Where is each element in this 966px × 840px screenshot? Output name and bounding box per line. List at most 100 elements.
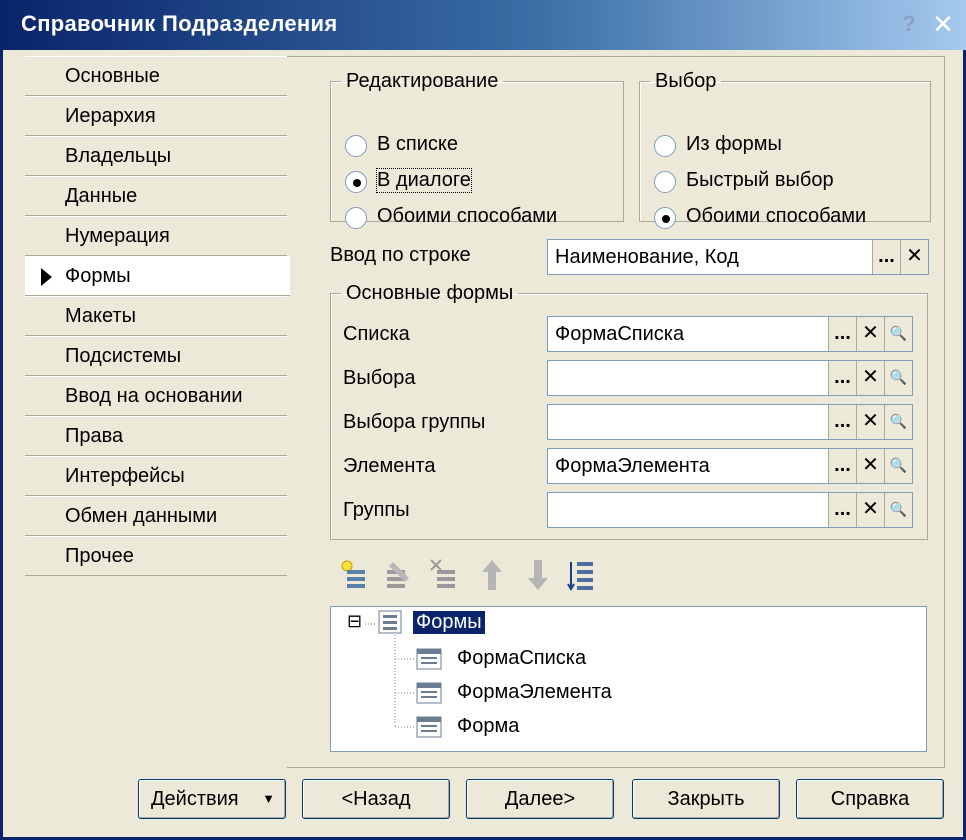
editing-group: Редактирование В списке В диалоге Обоими…	[330, 70, 624, 229]
select-button[interactable]: ...	[872, 240, 900, 274]
select-button[interactable]: ...	[828, 449, 856, 483]
tab-label: Обмен данными	[65, 505, 218, 527]
tab-label: Формы	[65, 265, 131, 287]
radio-circle[interactable]	[654, 171, 676, 193]
sort-list-icon[interactable]	[567, 558, 597, 592]
actions-label: Действия	[151, 788, 239, 810]
tab-list: Основные Иерархия Владельцы Данные Нумер…	[25, 56, 290, 576]
select-button[interactable]: ...	[828, 317, 856, 351]
tab-osnovnye[interactable]: Основные	[25, 56, 287, 96]
list-form-field[interactable]: ФормаСписка ... ✕ 🔍	[547, 316, 913, 352]
magnifier-icon[interactable]: 🔍	[884, 405, 912, 439]
tab-label: Подсистемы	[65, 345, 182, 367]
magnifier-icon[interactable]: 🔍	[884, 361, 912, 395]
tab-makety[interactable]: Макеты	[25, 296, 287, 336]
tab-label: Данные	[65, 185, 138, 207]
tab-label: Интерфейсы	[65, 465, 185, 487]
tab-label: Иерархия	[65, 105, 156, 127]
tab-label: Владельцы	[65, 145, 172, 167]
tab-numeratsiya[interactable]: Нумерация	[25, 216, 287, 256]
choice-group: Выбор Из формы Быстрый выбор Обоими спос…	[639, 70, 931, 229]
radio-circle[interactable]	[345, 135, 367, 157]
chevron-down-icon: ▼	[262, 791, 275, 806]
clear-icon[interactable]: ✕	[856, 317, 884, 351]
form-row-label: Элемента	[343, 455, 436, 477]
radio-label: Из формы	[686, 133, 782, 155]
close-button[interactable]: Закрыть	[632, 779, 780, 819]
field-value: ФормаСписка	[555, 323, 685, 345]
radio-circle[interactable]	[654, 135, 676, 157]
close-window-button[interactable]: ✕	[929, 9, 957, 39]
radio-label: В списке	[377, 133, 458, 155]
editing-legend: Редактирование	[346, 70, 499, 92]
tab-label: Макеты	[65, 305, 136, 327]
tab-vvod-na-osnovanii[interactable]: Ввод на основании	[25, 376, 287, 416]
select-button[interactable]: ...	[828, 361, 856, 395]
field-value: ФормаЭлемента	[555, 455, 710, 477]
radio-label: Обоими способами	[686, 205, 867, 227]
input-by-string-field[interactable]: Наименование, Код ... ✕	[547, 239, 929, 275]
next-button[interactable]: Далее>	[466, 779, 614, 819]
radio-label: Быстрый выбор	[686, 169, 834, 191]
tab-obmen-dannymi[interactable]: Обмен данными	[25, 496, 287, 536]
tree-item[interactable]: Форма	[457, 715, 519, 738]
move-up-icon[interactable]	[477, 558, 507, 592]
tab-podsistemy[interactable]: Подсистемы	[25, 336, 287, 376]
radio-label: Обоими способами	[377, 205, 558, 227]
tab-prava[interactable]: Права	[25, 416, 287, 456]
main-forms-legend: Основные формы	[346, 282, 514, 304]
group-choice-form-field[interactable]: ... ✕ 🔍	[547, 404, 913, 440]
choice-legend: Выбор	[655, 70, 717, 92]
clear-icon[interactable]: ✕	[856, 405, 884, 439]
forms-tree[interactable]: ⊟ Формы ФормаСписка ФормаЭлемента Форма	[330, 606, 927, 752]
clear-icon[interactable]: ✕	[856, 449, 884, 483]
clear-icon[interactable]: ✕	[856, 361, 884, 395]
form-row-label: Группы	[343, 499, 410, 521]
form-row-label: Выбора группы	[343, 411, 486, 433]
input-by-string-label: Ввод по строке	[330, 244, 471, 266]
radio-circle[interactable]	[654, 207, 676, 229]
select-button[interactable]: ...	[828, 405, 856, 439]
delete-form-icon[interactable]	[429, 558, 459, 592]
move-down-icon[interactable]	[523, 558, 553, 592]
clear-icon[interactable]: ✕	[856, 493, 884, 527]
element-form-field[interactable]: ФормаЭлемента ... ✕ 🔍	[547, 448, 913, 484]
window-title: Справочник Подразделения	[21, 11, 338, 36]
actions-button[interactable]: Действия ▼	[138, 779, 286, 819]
form-row-label: Выбора	[343, 367, 416, 389]
clear-icon[interactable]: ✕	[900, 240, 928, 274]
tab-formy[interactable]: Формы	[25, 256, 290, 296]
magnifier-icon[interactable]: 🔍	[884, 449, 912, 483]
help-title-button[interactable]: ?	[895, 9, 923, 39]
magnifier-icon[interactable]: 🔍	[884, 317, 912, 351]
tab-ierarhiya[interactable]: Иерархия	[25, 96, 287, 136]
dialog-window: Справочник Подразделения ? ✕ Основные Ие…	[0, 0, 966, 840]
tab-label: Прочее	[65, 545, 134, 567]
back-button[interactable]: <Назад	[302, 779, 450, 819]
form-row-label: Списка	[343, 323, 410, 345]
tab-dannye[interactable]: Данные	[25, 176, 287, 216]
tab-label: Ввод на основании	[65, 385, 243, 407]
choice-form-field[interactable]: ... ✕ 🔍	[547, 360, 913, 396]
tab-label: Права	[65, 425, 124, 447]
tree-item[interactable]: ФормаСписка	[457, 647, 586, 670]
tree-root-node[interactable]: Формы	[413, 611, 485, 634]
radio-circle[interactable]	[345, 171, 367, 193]
magnifier-icon[interactable]: 🔍	[884, 493, 912, 527]
group-form-field[interactable]: ... ✕ 🔍	[547, 492, 913, 528]
active-tab-arrow-icon	[41, 268, 52, 286]
tab-prochee[interactable]: Прочее	[25, 536, 287, 576]
add-form-icon[interactable]	[339, 558, 369, 592]
radio-circle[interactable]	[345, 207, 367, 229]
select-button[interactable]: ...	[828, 493, 856, 527]
edit-form-icon[interactable]	[383, 558, 413, 592]
title-bar[interactable]: Справочник Подразделения ? ✕	[3, 0, 966, 50]
tree-collapse-icon[interactable]: ⊟	[347, 611, 362, 632]
tree-item[interactable]: ФормаЭлемента	[457, 681, 612, 704]
radio-label: В диалоге	[376, 168, 472, 193]
help-button[interactable]: Справка	[796, 779, 944, 819]
tab-label: Основные	[65, 65, 160, 87]
tab-vladeltsy[interactable]: Владельцы	[25, 136, 287, 176]
field-value: Наименование, Код	[555, 246, 739, 268]
tab-interfeysy[interactable]: Интерфейсы	[25, 456, 287, 496]
